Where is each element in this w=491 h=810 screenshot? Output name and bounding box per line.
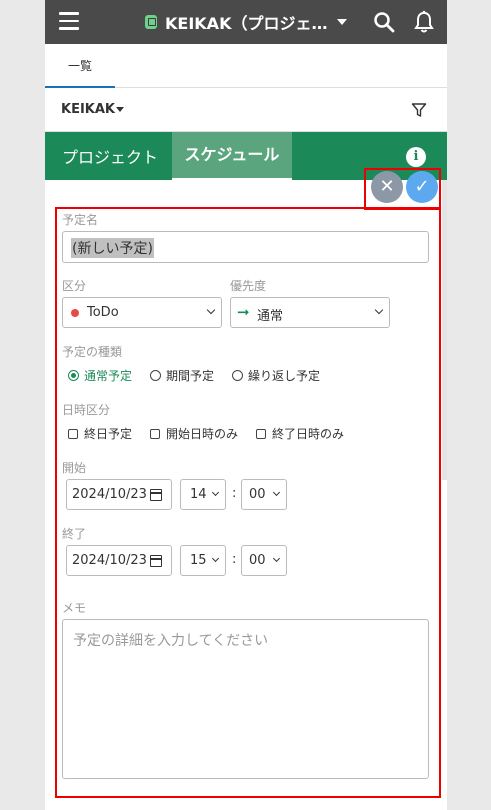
type-label: 予定の種類 bbox=[62, 345, 123, 359]
start-minute-select[interactable]: 00 bbox=[241, 479, 287, 510]
radio-selected-icon bbox=[68, 370, 79, 381]
project-selector[interactable]: KEIKAK bbox=[61, 102, 124, 117]
radio-period-label: 期間予定 bbox=[166, 369, 215, 383]
radio-icon bbox=[232, 370, 244, 381]
radio-repeat[interactable]: 繰り返し予定 bbox=[232, 367, 320, 384]
app-title: KEIKAK（プロジェ… bbox=[165, 14, 328, 33]
hamburger-icon[interactable] bbox=[59, 12, 79, 30]
priority-label: 優先度 bbox=[230, 279, 267, 293]
chevron-down-icon bbox=[272, 488, 281, 497]
checkbox-icon bbox=[68, 428, 78, 439]
app-logo-icon bbox=[145, 15, 157, 29]
bell-icon[interactable] bbox=[413, 10, 435, 34]
time-separator: : bbox=[232, 486, 237, 501]
priority-select[interactable]: ➞ 通常 bbox=[230, 297, 390, 328]
tab-list[interactable]: 一覧 bbox=[45, 44, 115, 88]
end-hour-select[interactable]: 15 bbox=[180, 545, 226, 576]
datetime-checkbox-group: 終日予定 開始日時のみ 終了日時のみ bbox=[68, 425, 362, 442]
end-date-value: 2024/10/23 bbox=[72, 553, 147, 568]
caret-down-icon bbox=[116, 107, 124, 112]
cancel-button[interactable]: ✕ bbox=[371, 171, 403, 203]
radio-period[interactable]: 期間予定 bbox=[150, 367, 214, 384]
checkbox-start-only[interactable]: 開始日時のみ bbox=[150, 425, 238, 442]
start-hour-select[interactable]: 14 bbox=[180, 479, 226, 510]
radio-icon bbox=[150, 370, 162, 381]
tab-project[interactable]: プロジェクト bbox=[62, 144, 158, 168]
chevron-down-icon bbox=[206, 305, 216, 315]
priority-value: 通常 bbox=[257, 309, 284, 324]
memo-label: メモ bbox=[62, 601, 87, 615]
name-label: 予定名 bbox=[62, 213, 99, 227]
start-hour-value: 14 bbox=[190, 487, 207, 502]
filter-icon[interactable] bbox=[411, 102, 427, 118]
checkbox-end-only[interactable]: 終了日時のみ bbox=[256, 425, 344, 442]
start-date-value: 2024/10/23 bbox=[72, 487, 147, 502]
datetime-label: 日時区分 bbox=[62, 403, 111, 417]
schedule-type-radio-group: 通常予定 期間予定 繰り返し予定 bbox=[68, 367, 338, 384]
tab-schedule[interactable]: スケジュール bbox=[172, 132, 292, 181]
calendar-icon[interactable] bbox=[150, 555, 162, 567]
search-icon[interactable] bbox=[373, 11, 395, 33]
start-label: 開始 bbox=[62, 461, 87, 475]
category-value: ToDo bbox=[87, 305, 119, 320]
checkbox-all-day[interactable]: 終日予定 bbox=[68, 425, 132, 442]
chevron-down-icon bbox=[272, 554, 281, 563]
view-tab-row: 一覧 bbox=[45, 44, 447, 88]
todo-status-dot bbox=[71, 309, 79, 317]
end-minute-select[interactable]: 00 bbox=[241, 545, 287, 576]
calendar-icon[interactable] bbox=[150, 489, 162, 501]
app-title-dropdown[interactable]: KEIKAK（プロジェ… bbox=[145, 10, 348, 34]
category-select[interactable]: ToDo bbox=[62, 297, 222, 328]
checkbox-icon bbox=[150, 428, 161, 439]
end-minute-value: 00 bbox=[249, 553, 266, 568]
radio-normal-label: 通常予定 bbox=[84, 369, 133, 383]
top-bar: KEIKAK（プロジェ… bbox=[45, 0, 447, 44]
radio-repeat-label: 繰り返し予定 bbox=[248, 369, 321, 383]
chevron-down-icon bbox=[337, 19, 348, 25]
schedule-name-input[interactable]: (新しい予定) bbox=[62, 231, 429, 263]
checkbox-end-only-label: 終了日時のみ bbox=[272, 427, 345, 441]
arrow-right-icon: ➞ bbox=[237, 303, 250, 321]
project-selector-label: KEIKAK bbox=[61, 102, 115, 117]
chevron-down-icon bbox=[374, 305, 384, 315]
category-label: 区分 bbox=[62, 279, 87, 293]
radio-normal[interactable]: 通常予定 bbox=[68, 367, 132, 384]
scrollbar[interactable] bbox=[442, 180, 447, 480]
start-minute-value: 00 bbox=[249, 487, 266, 502]
memo-textarea[interactable]: 予定の詳細を入力してください bbox=[62, 619, 429, 779]
checkbox-all-day-label: 終日予定 bbox=[84, 427, 133, 441]
memo-placeholder: 予定の詳細を入力してください bbox=[73, 633, 269, 649]
chevron-down-icon bbox=[211, 488, 220, 497]
chevron-down-icon bbox=[211, 554, 220, 563]
end-hour-value: 15 bbox=[190, 553, 207, 568]
checkbox-icon bbox=[256, 428, 267, 439]
start-date-input[interactable]: 2024/10/23 bbox=[66, 479, 172, 510]
filter-row: KEIKAK bbox=[45, 88, 447, 132]
schedule-name-value: (新しい予定) bbox=[71, 238, 154, 258]
time-separator: : bbox=[232, 552, 237, 567]
confirm-button[interactable]: ✓ bbox=[406, 171, 438, 203]
checkbox-start-only-label: 開始日時のみ bbox=[166, 427, 239, 441]
info-icon[interactable]: i bbox=[406, 147, 426, 167]
end-date-input[interactable]: 2024/10/23 bbox=[66, 545, 172, 576]
end-label: 終了 bbox=[62, 527, 87, 541]
